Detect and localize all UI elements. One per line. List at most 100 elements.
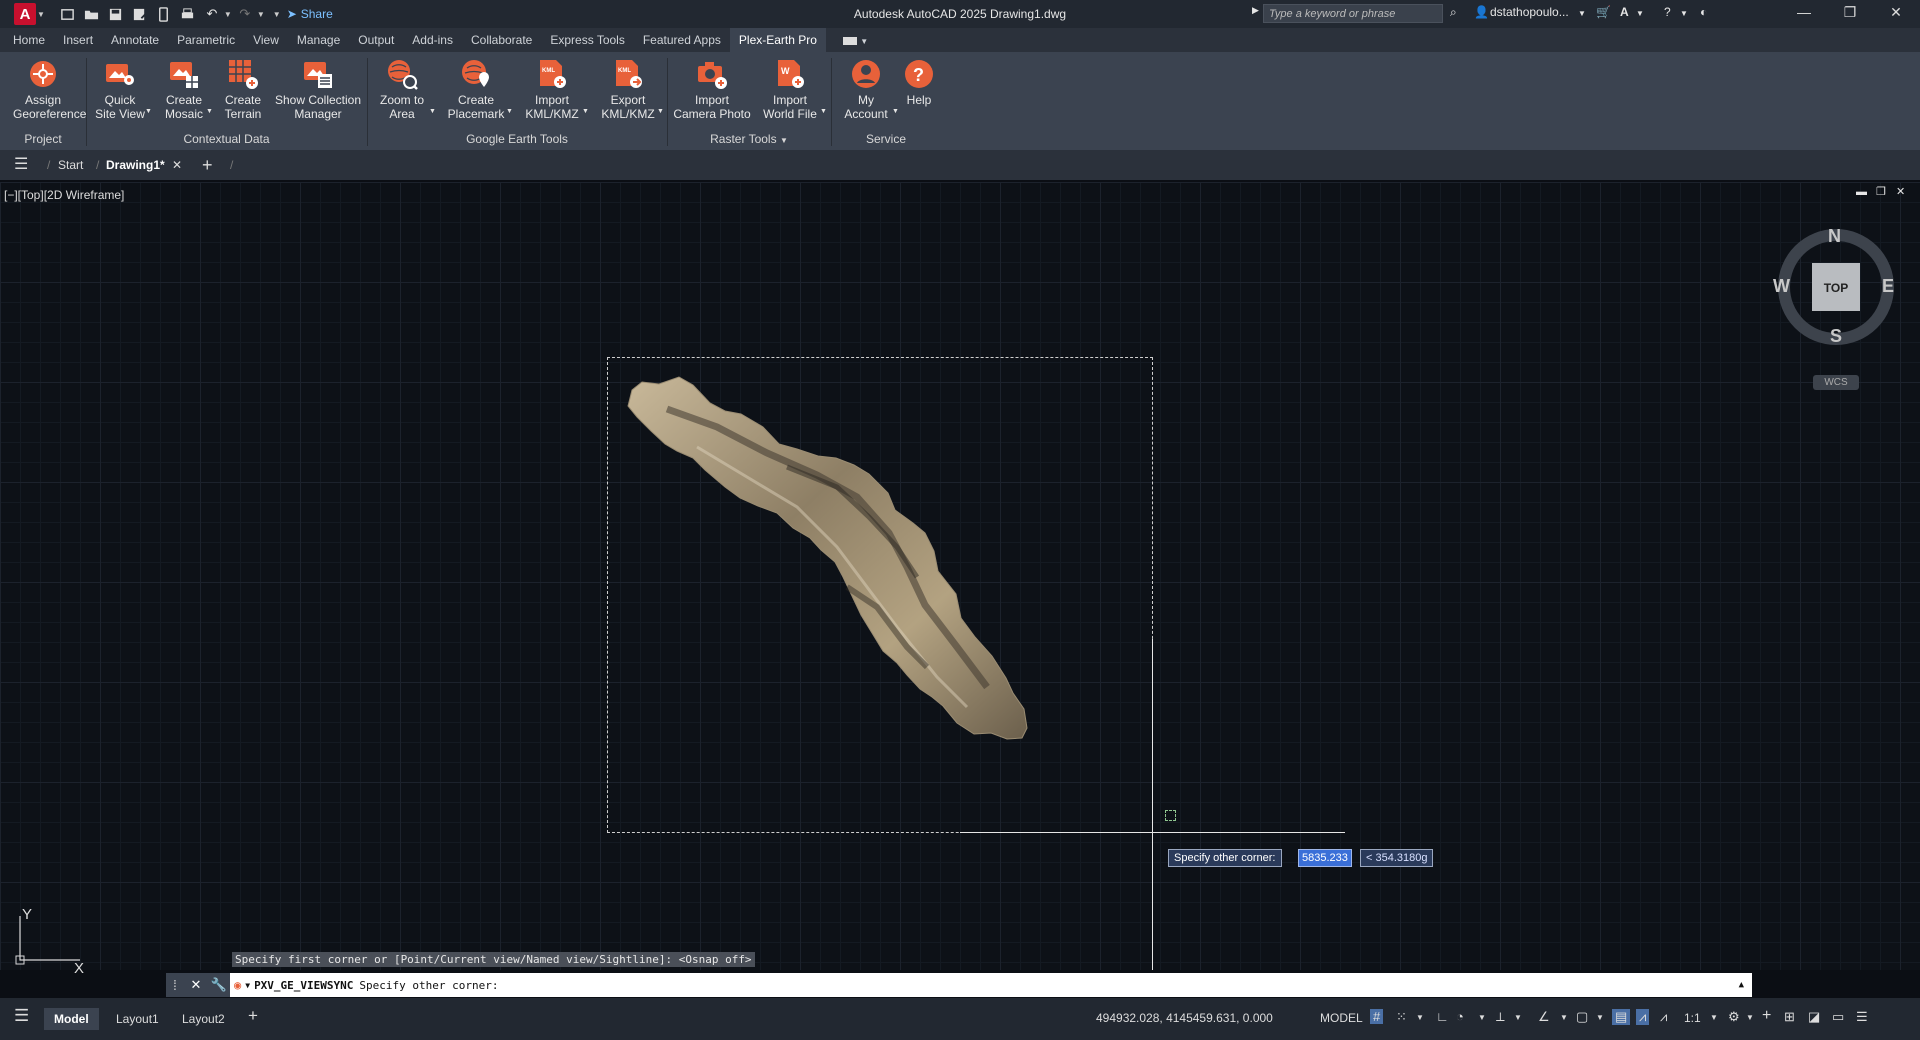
web-mobile-icon[interactable]	[153, 3, 175, 25]
import-kml-kmz-caret-icon[interactable]: ▼	[582, 108, 589, 115]
dynamic-input-angle-field[interactable]: < 354.3180g	[1360, 849, 1434, 867]
snap-caret-icon[interactable]: ▼	[1416, 1013, 1424, 1022]
object-snap-icon[interactable]: ▢	[1576, 1009, 1588, 1025]
undo-icon[interactable]: ↶	[201, 3, 223, 25]
compass-east[interactable]: E	[1882, 276, 1894, 297]
undo-caret-icon[interactable]: ▼	[224, 10, 232, 19]
plot-icon[interactable]	[177, 3, 199, 25]
tab-express-tools[interactable]: Express Tools	[541, 28, 633, 52]
tab-view[interactable]: View	[244, 28, 288, 52]
tab-output[interactable]: Output	[349, 28, 403, 52]
tab-featured-apps[interactable]: Featured Apps	[634, 28, 730, 52]
tab-add-ins[interactable]: Add-ins	[403, 28, 462, 52]
grid-icon[interactable]: #	[1370, 1009, 1384, 1024]
help-button[interactable]: ? Help	[900, 58, 938, 107]
import-camera-photo-button[interactable]: Import Camera Photo	[672, 58, 752, 121]
panel-title-raster-tools[interactable]: Raster Tools ▼	[667, 132, 831, 146]
lineweight-icon[interactable]: ▤	[1612, 1009, 1631, 1025]
isodraft-icon[interactable]: ⟂	[1496, 1009, 1505, 1025]
my-account-caret-icon[interactable]: ▼	[892, 108, 899, 115]
autodesk-app-caret-icon[interactable]: ▼	[1636, 9, 1644, 18]
tab-drawing1[interactable]: Drawing1*	[106, 150, 165, 180]
tab-collaborate[interactable]: Collaborate	[462, 28, 541, 52]
viewcube-top-face[interactable]: TOP	[1812, 281, 1860, 295]
command-line-grip-icon[interactable]: ⁞	[166, 973, 184, 997]
tab-start[interactable]: Start	[58, 150, 83, 180]
expand-search-icon[interactable]: ▶	[1252, 5, 1259, 16]
dynamic-input-distance-field[interactable]: 5835.233	[1298, 849, 1352, 867]
tab-manage[interactable]: Manage	[288, 28, 349, 52]
create-mosaic-caret-icon[interactable]: ▼	[206, 108, 213, 115]
close-icon[interactable]: ✕	[1876, 4, 1916, 21]
model-space-toggle[interactable]: MODEL	[1320, 1011, 1363, 1025]
snap-icon[interactable]: ⁙	[1396, 1009, 1407, 1025]
command-close-icon[interactable]: ✕	[184, 973, 208, 997]
annotation-visibility-icon[interactable]: ⩘	[1636, 1009, 1650, 1025]
viewport-close-icon[interactable]: ✕	[1896, 185, 1905, 198]
isodraft-caret-icon[interactable]: ▼	[1514, 1013, 1522, 1022]
annotation-scale[interactable]: 1:1	[1684, 1011, 1701, 1025]
app-menu-caret-icon[interactable]: ▼	[37, 10, 45, 19]
import-world-file-button[interactable]: W Import World File	[756, 58, 824, 121]
object-snap-caret-icon[interactable]: ▼	[1596, 1013, 1604, 1022]
save-as-icon[interactable]	[129, 3, 151, 25]
compass-south[interactable]: S	[1830, 326, 1842, 347]
help-icon[interactable]: ?	[1664, 5, 1671, 19]
ribbon-minimize-button[interactable]: ▼	[834, 28, 877, 52]
workspace-caret-icon[interactable]: ▼	[1746, 1013, 1754, 1022]
save-icon[interactable]	[105, 3, 127, 25]
tab-home[interactable]: Home	[4, 28, 54, 52]
tab-layout1[interactable]: Layout1	[106, 1008, 169, 1030]
user-name[interactable]: dstathopoulo...	[1490, 5, 1569, 19]
cart-icon[interactable]: 🛒	[1596, 5, 1611, 19]
help-caret-icon[interactable]: ▼	[1680, 9, 1688, 18]
viewcube[interactable]: TOP N S E W	[1773, 226, 1897, 348]
qat-customize-icon[interactable]: ▼	[273, 10, 281, 19]
create-mosaic-button[interactable]: Create Mosaic	[154, 58, 214, 121]
redo-caret-icon[interactable]: ▼	[257, 10, 265, 19]
hardware-acceleration-icon[interactable]: ◪	[1808, 1009, 1820, 1025]
clean-screen-icon[interactable]: ▭	[1832, 1009, 1844, 1025]
workspace-gear-icon[interactable]: ⚙	[1728, 1009, 1740, 1025]
command-customize-icon[interactable]: 🔧	[208, 973, 230, 997]
feedback-icon[interactable]: ◐	[1700, 5, 1707, 19]
tab-model[interactable]: Model	[44, 1008, 99, 1030]
compass-west[interactable]: W	[1773, 276, 1790, 297]
hamburger-menu-icon[interactable]: ☰	[14, 150, 28, 180]
tab-parametric[interactable]: Parametric	[168, 28, 244, 52]
import-kml-kmz-button[interactable]: KML Import KML/KMZ	[520, 58, 584, 121]
viewport-minimize-icon[interactable]: ▬	[1856, 186, 1867, 198]
create-placemark-caret-icon[interactable]: ▼	[506, 108, 513, 115]
app-menu-button[interactable]: A	[14, 3, 36, 25]
tab-insert[interactable]: Insert	[54, 28, 102, 52]
tab-layout2[interactable]: Layout2	[172, 1008, 235, 1030]
ortho-icon[interactable]: ∟	[1436, 1009, 1449, 1024]
autodesk-app-icon[interactable]: A	[1620, 5, 1629, 19]
create-placemark-button[interactable]: Create Placemark	[440, 58, 512, 121]
polar-icon[interactable]: ◔	[1456, 1009, 1464, 1024]
user-caret-icon[interactable]: ▼	[1578, 9, 1586, 18]
new-tab-icon[interactable]: +	[202, 150, 213, 180]
annotation-scale-caret-icon[interactable]: ▼	[1710, 1013, 1718, 1022]
annotation-monitor-icon[interactable]: +	[1762, 1007, 1771, 1025]
minimize-icon[interactable]: —	[1784, 4, 1824, 20]
viewport-controls[interactable]: [−][Top][2D Wireframe]	[4, 188, 124, 202]
drawing-canvas[interactable]: [−][Top][2D Wireframe] ▬ ❐ ✕ TOP N S E W…	[0, 182, 1920, 977]
restore-icon[interactable]: ❐	[1830, 4, 1870, 21]
new-layout-icon[interactable]: +	[248, 1006, 258, 1026]
my-account-button[interactable]: My Account	[838, 58, 894, 121]
show-collection-manager-button[interactable]: Show Collection Manager	[272, 58, 364, 121]
units-icon[interactable]: ⊞	[1784, 1009, 1795, 1025]
coordinates-readout[interactable]: 494932.028, 4145459.631, 0.000	[1096, 1011, 1273, 1025]
layout-menu-icon[interactable]: ☰	[14, 1006, 29, 1026]
recent-commands-caret-icon[interactable]: ▼	[245, 981, 250, 990]
command-line[interactable]: ◉ ▼ PXV_GE_VIEWSYNC Specify other corner…	[230, 973, 1752, 997]
quick-site-view-caret-icon[interactable]: ▼	[145, 108, 152, 115]
tracking-caret-icon[interactable]: ▼	[1560, 1013, 1568, 1022]
quick-site-view-button[interactable]: Quick Site View	[90, 58, 150, 121]
customization-icon[interactable]: ☰	[1856, 1009, 1868, 1025]
assign-georeference-button[interactable]: Assign Georeference	[4, 58, 86, 121]
import-world-file-caret-icon[interactable]: ▼	[820, 108, 827, 115]
user-icon[interactable]: 👤	[1474, 5, 1489, 19]
polar-caret-icon[interactable]: ▼	[1478, 1013, 1486, 1022]
